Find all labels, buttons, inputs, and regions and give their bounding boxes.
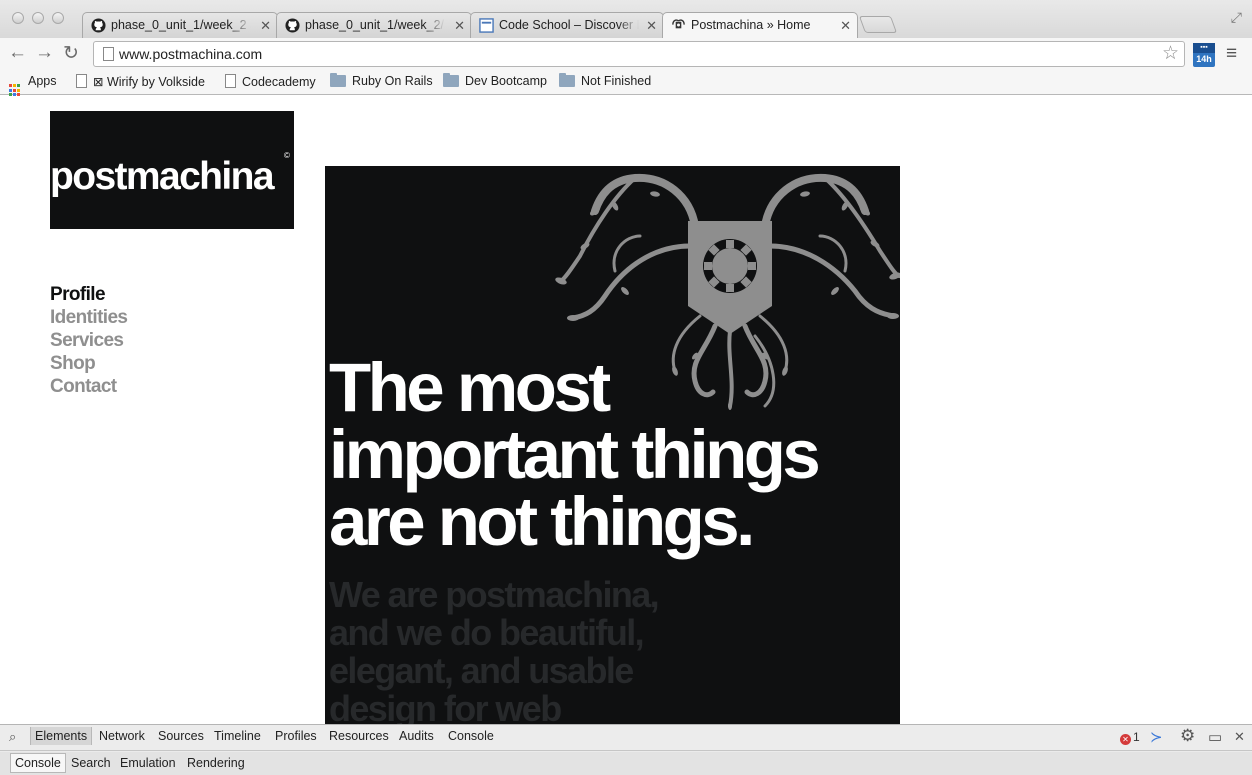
nav-services[interactable]: Services	[50, 329, 127, 352]
devtools-tab-resources[interactable]: Resources	[329, 729, 389, 743]
close-devtools-icon[interactable]: ✕	[1234, 729, 1245, 745]
tagline-line: design for web	[329, 688, 562, 725]
bookmark-label: Dev Bootcamp	[465, 74, 547, 88]
minimize-window-button[interactable]	[32, 12, 44, 24]
bookmark-codecademy[interactable]: Codecademy	[225, 74, 316, 89]
logo-registered-mark: ©	[284, 151, 290, 160]
extension-badge: 14h	[1196, 54, 1212, 64]
bookmarks-bar: Apps ⊠ Wirify by Volkside Codecademy Rub…	[0, 70, 1252, 97]
headline-line: important things	[329, 416, 821, 493]
github-icon	[285, 18, 300, 33]
bookmark-wirify[interactable]: ⊠ Wirify by Volkside	[76, 74, 205, 89]
browser-toolbar: ← → ↻ www.postmachina.com ☆ ▪▪▪ 14h ≡	[0, 38, 1252, 70]
tab-close-icon[interactable]: ✕	[840, 13, 851, 38]
menu-hamburger-icon[interactable]: ≡	[1226, 43, 1237, 65]
bookmark-label: Not Finished	[581, 74, 652, 88]
settings-gear-icon[interactable]: ⚙	[1180, 726, 1195, 746]
reload-icon[interactable]: ↻	[63, 42, 79, 65]
browser-tab-2[interactable]: phase_0_unit_1/week_2/1 ✕	[276, 12, 472, 38]
bookmark-star-icon[interactable]: ☆	[1162, 42, 1179, 65]
hero-headline: The most important things are not things…	[329, 349, 821, 560]
hero-banner: The most important things are not things…	[325, 166, 900, 724]
devtools-tab-console[interactable]: Console	[448, 729, 494, 743]
devtools-tab-sources[interactable]: Sources	[158, 729, 204, 743]
search-magnifier-icon[interactable]: ⌕	[9, 729, 16, 745]
codeschool-icon	[479, 18, 494, 33]
tagline-line: and we do beautiful,	[329, 612, 645, 653]
tab-close-icon[interactable]: ✕	[454, 13, 465, 38]
drawer-tab-rendering[interactable]: Rendering	[187, 756, 245, 770]
tab-title: Postmachina » Home	[691, 18, 811, 32]
page-icon	[225, 74, 236, 88]
folder-icon	[443, 73, 459, 87]
nav-shop[interactable]: Shop	[50, 352, 127, 375]
tagline-line: We are postmachina,	[329, 574, 660, 615]
bookmark-folder-dev-bootcamp[interactable]: Dev Bootcamp	[443, 73, 547, 88]
tab-title: phase_0_unit_1/week_2 at	[111, 18, 251, 32]
bookmark-label: Codecademy	[242, 75, 316, 89]
url-text[interactable]: www.postmachina.com	[119, 46, 262, 62]
bookmark-label: Ruby On Rails	[352, 74, 433, 88]
devtools-drawer-tabbar: Console Search Emulation Rendering	[0, 752, 1252, 775]
logo-text: postmachina	[50, 155, 275, 198]
devtools-panel: ⌕ Elements Network Sources Timeline Prof…	[0, 724, 1252, 775]
address-bar[interactable]: www.postmachina.com ☆	[93, 41, 1185, 67]
postmachina-icon	[672, 19, 685, 29]
bookmark-label: ⊠ Wirify by Volkside	[93, 75, 205, 89]
error-counter[interactable]: ✕ 1	[1120, 730, 1140, 745]
nav-identities[interactable]: Identities	[50, 306, 128, 329]
devtools-tab-profiles[interactable]: Profiles	[275, 729, 317, 743]
drawer-tab-console[interactable]: Console	[10, 753, 66, 773]
headline-line: The most	[329, 349, 611, 426]
devtools-tab-elements[interactable]: Elements	[30, 727, 93, 745]
console-drawer-icon[interactable]: ≻	[1150, 728, 1163, 746]
drawer-tab-search[interactable]: Search	[71, 756, 111, 770]
tab-close-icon[interactable]: ✕	[646, 13, 657, 38]
back-arrow-icon[interactable]: ←	[8, 42, 27, 64]
drawer-tab-emulation[interactable]: Emulation	[120, 756, 176, 770]
bookmark-label: Apps	[28, 74, 57, 88]
close-window-button[interactable]	[12, 12, 24, 24]
folder-icon	[559, 73, 575, 87]
browser-tab-4[interactable]: Postmachina » Home ✕	[662, 12, 858, 38]
bookmark-folder-ruby-on-rails[interactable]: Ruby On Rails	[330, 73, 433, 88]
tab-title: Code School – Discover De	[499, 18, 639, 32]
zoom-window-button[interactable]	[52, 12, 64, 24]
browser-tab-1[interactable]: phase_0_unit_1/week_2 at ✕	[82, 12, 278, 38]
new-tab-button[interactable]	[858, 16, 898, 33]
forward-arrow-icon[interactable]: →	[35, 42, 54, 64]
hero-tagline: We are postmachina, and we do beautiful,…	[329, 574, 660, 725]
error-icon: ✕	[1120, 734, 1131, 745]
extension-calendar-icon[interactable]: ▪▪▪ 14h	[1193, 43, 1215, 67]
web-page: postmachina © Profile Identities Service…	[0, 96, 1252, 724]
site-logo[interactable]: postmachina ©	[50, 111, 294, 229]
headline-line: are not things.	[329, 483, 755, 560]
browser-titlebar: phase_0_unit_1/week_2 at ✕ phase_0_unit_…	[0, 0, 1252, 38]
bookmark-folder-not-finished[interactable]: Not Finished	[559, 73, 652, 88]
nav-contact[interactable]: Contact	[50, 375, 127, 398]
site-nav: Profile Identities Services Shop Contact	[50, 283, 128, 398]
tab-title: phase_0_unit_1/week_2/1	[305, 18, 445, 32]
github-icon	[91, 18, 106, 33]
devtools-tab-timeline[interactable]: Timeline	[214, 729, 261, 743]
nav-profile[interactable]: Profile	[50, 283, 127, 306]
tagline-line: elegant, and usable	[329, 650, 634, 691]
page-icon	[76, 74, 87, 88]
devtools-tab-network[interactable]: Network	[99, 729, 145, 743]
fullscreen-icon[interactable]: ⤢	[1231, 9, 1242, 26]
calendar-header: ▪▪▪	[1193, 43, 1215, 53]
page-icon	[103, 47, 114, 61]
error-count: 1	[1133, 730, 1140, 744]
dock-side-icon[interactable]: ▭	[1208, 728, 1222, 746]
browser-tab-3[interactable]: Code School – Discover De ✕	[470, 12, 664, 38]
devtools-tabbar: ⌕ Elements Network Sources Timeline Prof…	[0, 725, 1252, 751]
tab-close-icon[interactable]: ✕	[260, 13, 271, 38]
folder-icon	[330, 73, 346, 87]
devtools-tab-audits[interactable]: Audits	[399, 729, 434, 743]
bookmark-apps[interactable]: Apps	[9, 74, 57, 97]
